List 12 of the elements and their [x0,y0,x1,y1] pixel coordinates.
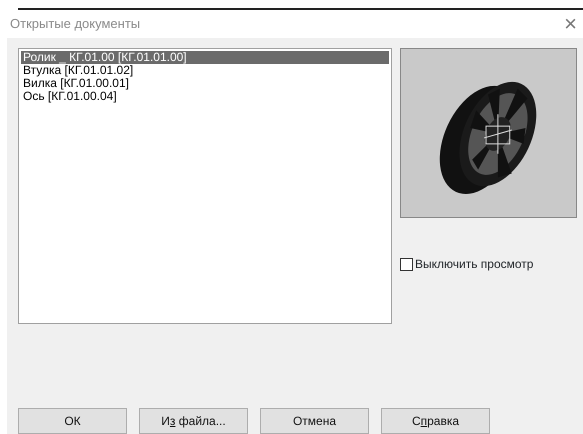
dialog-button[interactable]: Справка [381,408,490,434]
dialog-button[interactable]: ОК [18,408,127,434]
dialog-button[interactable]: Отмена [260,408,369,434]
document-item[interactable]: Ролик _ КГ.01.00 [КГ.01.01.00] [21,51,389,64]
document-item[interactable]: Вилка [КГ.01.00.01] [21,77,389,90]
document-item[interactable]: Втулка [КГ.01.01.02] [21,64,389,77]
dialog-button[interactable]: Из файла... [139,408,248,434]
document-item[interactable]: Ось [КГ.01.00.04] [21,90,389,103]
window-title: Открытые документы [10,15,140,34]
checkbox-label[interactable]: Выключить просмотр [415,255,534,273]
close-button[interactable]: × [562,13,579,35]
checkbox[interactable] [400,258,413,270]
